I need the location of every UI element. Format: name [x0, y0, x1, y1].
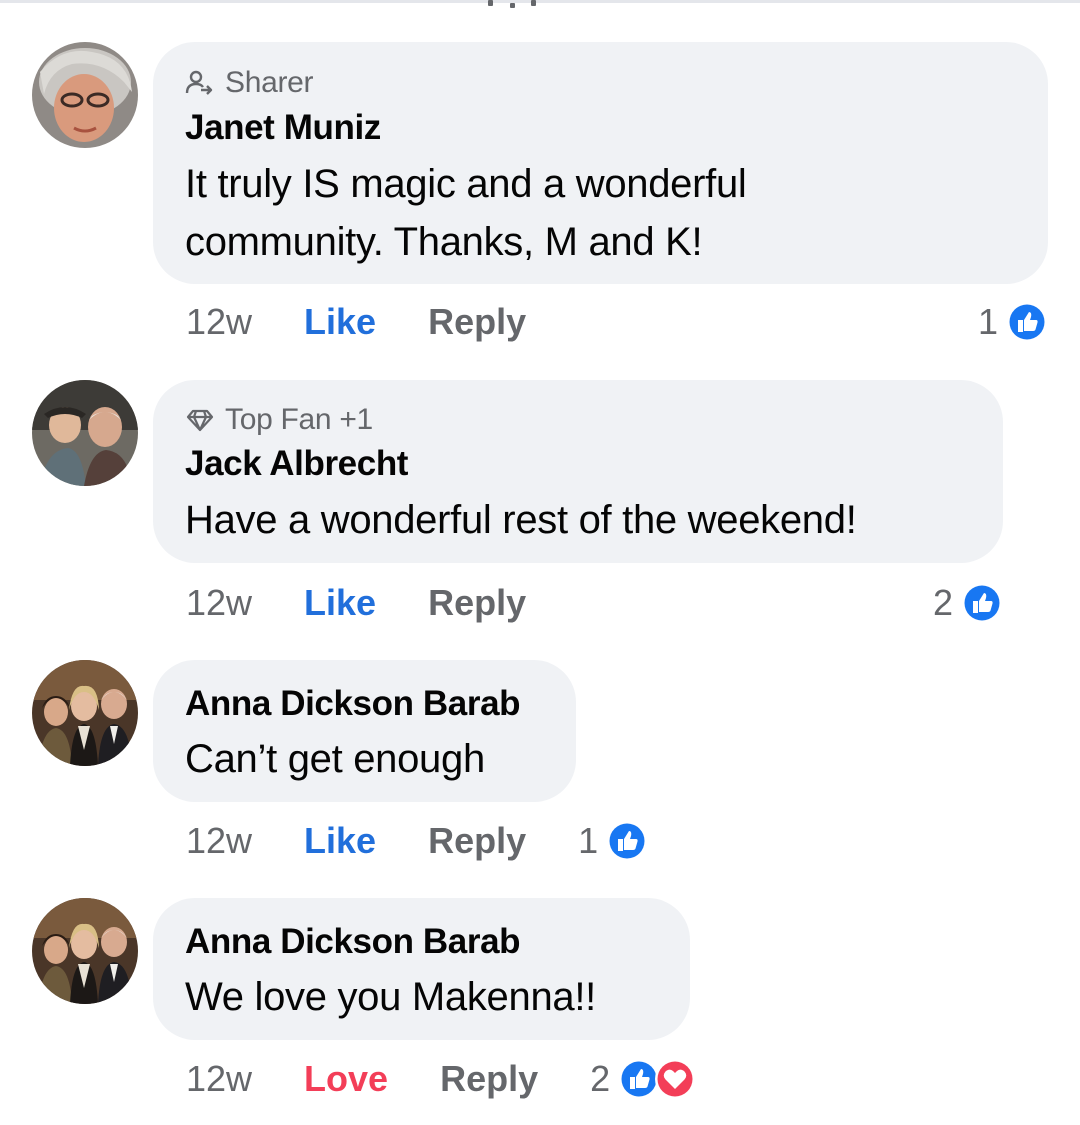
like-reaction-icon [606, 820, 648, 862]
comment-timestamp[interactable]: 12w [186, 1058, 252, 1100]
comment-bubble: Top Fan +1 Jack Albrecht Have a wonderfu… [153, 380, 1003, 563]
like-button[interactable]: Like [304, 301, 376, 343]
comment-text-line: Can’t get enough [185, 737, 485, 781]
like-button[interactable]: Like [304, 820, 376, 862]
top-fan-badge: Top Fan +1 [185, 403, 373, 437]
comment-actions: 12w Like Reply 2 [186, 578, 1003, 628]
love-button[interactable]: Love [304, 1058, 388, 1100]
avatar[interactable] [32, 898, 138, 1004]
reply-button[interactable]: Reply [428, 820, 526, 862]
comment-actions: 12w Like Reply 1 [186, 297, 1048, 347]
comment-text-line: It truly IS magic and a wonderful [185, 162, 747, 206]
comment-author[interactable]: Jack Albrecht [185, 444, 408, 484]
comment-text-line: We love you Makenna!! [185, 975, 596, 1019]
comment-author[interactable]: Anna Dickson Barab [185, 922, 521, 962]
diamond-icon [185, 405, 215, 435]
comment-bubble: Anna Dickson Barab Can’t get enough [153, 660, 576, 802]
like-button[interactable]: Like [304, 582, 376, 624]
badge-label: Sharer [225, 66, 314, 99]
reaction-count: 1 [977, 301, 998, 342]
badge-label: Top Fan +1 [225, 403, 373, 436]
comment-bubble: Anna Dickson Barab We love you Makenna!! [153, 898, 690, 1040]
reaction-summary[interactable]: 2 [933, 582, 1003, 624]
avatar[interactable] [32, 660, 138, 766]
reply-button[interactable]: Reply [428, 582, 526, 624]
avatar[interactable] [32, 42, 138, 148]
comment-timestamp[interactable]: 12w [186, 301, 252, 343]
reaction-summary[interactable]: 2 [590, 1058, 696, 1100]
comment-actions: 12w Like Reply 1 [186, 816, 648, 866]
reaction-summary[interactable]: 1 [978, 301, 1048, 343]
top-divider [0, 0, 1080, 3]
reaction-summary[interactable]: 1 [578, 820, 648, 862]
comment-text-line: community. Thanks, M and K! [185, 220, 703, 264]
like-reaction-icon [1006, 301, 1048, 343]
scroll-indicator [488, 0, 536, 8]
sharer-badge: Sharer [185, 66, 314, 100]
reaction-count: 2 [590, 1058, 611, 1099]
avatar[interactable] [32, 380, 138, 486]
comment-bubble: Sharer Janet Muniz It truly IS magic and… [153, 42, 1048, 284]
reply-button[interactable]: Reply [440, 1058, 538, 1100]
comment-timestamp[interactable]: 12w [186, 582, 252, 624]
reaction-count: 2 [932, 582, 953, 623]
comment-actions: 12w Love Reply 2 [186, 1054, 696, 1104]
sharer-icon [185, 68, 215, 98]
comment-text-line: Have a wonderful rest of the weekend! [185, 498, 857, 542]
comment-author[interactable]: Anna Dickson Barab [185, 684, 521, 724]
comment-timestamp[interactable]: 12w [186, 820, 252, 862]
comment-author[interactable]: Janet Muniz [185, 108, 381, 148]
reaction-count: 1 [578, 820, 599, 861]
like-reaction-icon [961, 582, 1003, 624]
love-reaction-icon [654, 1058, 696, 1100]
reply-button[interactable]: Reply [428, 301, 526, 343]
